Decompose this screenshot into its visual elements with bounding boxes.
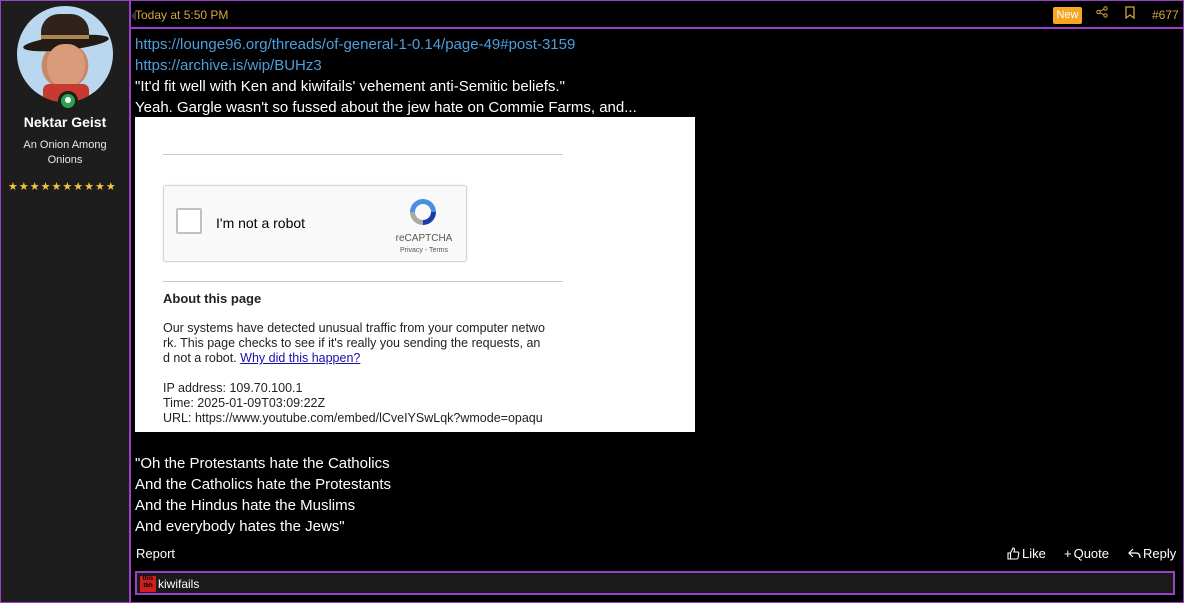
star-icon: ★ — [73, 181, 84, 193]
recaptcha-logo-icon — [410, 199, 436, 225]
star-icon: ★ — [95, 181, 105, 193]
post-footer: Report Like + Quote Reply — [131, 543, 1183, 565]
new-badge: New — [1053, 7, 1082, 24]
star-icon: ★ — [62, 181, 73, 193]
star-icon: ★ — [8, 181, 18, 193]
quote-button[interactable]: + Quote — [1064, 546, 1109, 561]
like-button[interactable]: Like — [1007, 546, 1046, 561]
avatar[interactable] — [17, 6, 113, 102]
bookmark-icon[interactable] — [1122, 6, 1138, 22]
recaptcha-label: I'm not a robot — [216, 215, 306, 231]
recaptcha-widget: I'm not a robot reCAPTCHA Privacy - Term… — [163, 185, 467, 262]
star-icon: ★ — [29, 181, 40, 193]
post-header: Today at 5:50 PM New #677 — [131, 1, 1183, 29]
recaptcha-checkbox[interactable] — [176, 208, 202, 234]
embedded-video-frame[interactable]: I'm not a robot reCAPTCHA Privacy - Term… — [135, 117, 695, 432]
username[interactable]: Nektar Geist — [1, 114, 129, 130]
this-tbh-reaction-icon: this tbh — [140, 576, 156, 592]
user-rank-stars: ★ ★ ★ ★ ★ ★ ★ ★ ★ ★ — [8, 182, 116, 193]
share-icon[interactable] — [1094, 6, 1110, 22]
user-title: An Onion Among Onions — [23, 139, 107, 166]
quoted-lyrics: "Oh the Protestants hate the Catholics A… — [135, 455, 391, 535]
request-info: IP address: 109.70.100.1 Time: 2025-01-0… — [163, 381, 543, 425]
star-icon: ★ — [51, 181, 62, 193]
reply-icon — [1128, 548, 1141, 559]
plus-icon: + — [1064, 546, 1072, 561]
user-sidebar: Nektar Geist An Onion Among Onions ★ ★ ★ ★ ★… — [1, 1, 136, 602]
post-text-line: "It'd fit well with Ken and kiwifails' v… — [135, 78, 565, 95]
star-icon: ★ — [18, 181, 29, 193]
divider — [163, 154, 563, 155]
recaptcha-brand: reCAPTCHA — [395, 233, 453, 244]
reactions-bar[interactable]: this tbh kiwifails — [135, 571, 1175, 595]
about-text: Our systems have detected unusual traffi… — [163, 321, 545, 365]
post-link-2[interactable]: https://archive.is/wip/BUHz3 — [135, 55, 1175, 76]
thumbs-up-icon — [1007, 547, 1020, 560]
divider — [163, 281, 563, 282]
post: Nektar Geist An Onion Among Onions ★ ★ ★ ★ ★… — [0, 0, 1184, 603]
post-link-1[interactable]: https://lounge96.org/threads/of-general-… — [135, 34, 1175, 55]
recaptcha-privacy-terms[interactable]: Privacy - Terms — [392, 247, 456, 254]
post-number-link[interactable]: #677 — [1152, 8, 1179, 22]
post-timestamp[interactable]: Today at 5:50 PM — [135, 8, 228, 22]
reply-button[interactable]: Reply — [1128, 546, 1176, 561]
star-icon: ★ — [105, 181, 116, 193]
star-icon: ★ — [40, 181, 51, 193]
why-link[interactable]: Why did this happen? — [240, 351, 360, 365]
online-status-icon — [58, 91, 78, 111]
report-button[interactable]: Report — [136, 546, 175, 561]
about-title: About this page — [163, 291, 262, 306]
post-text-line: Yeah. Gargle wasn't so fussed about the … — [135, 99, 637, 116]
reaction-user[interactable]: kiwifails — [158, 577, 199, 591]
post-body: https://lounge96.org/threads/of-general-… — [135, 34, 1175, 118]
star-icon: ★ — [84, 181, 94, 193]
